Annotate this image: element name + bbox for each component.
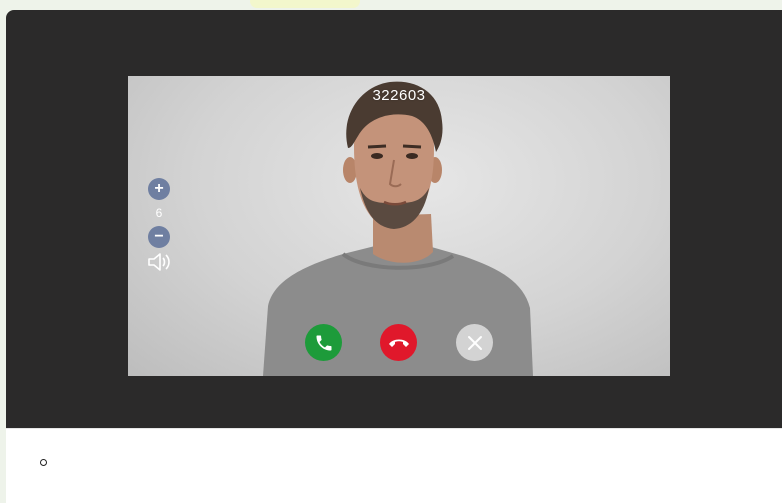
phone-hangup-icon [388, 339, 409, 347]
bottom-panel [6, 428, 782, 503]
speaker-icon [148, 253, 170, 271]
indicator-dot [40, 459, 47, 466]
caller-id-label: 322603 [372, 87, 426, 104]
dismiss-button[interactable] [456, 324, 493, 361]
volume-controls: + 6 − [147, 178, 171, 277]
close-icon [467, 335, 482, 350]
volume-up-button[interactable]: + [148, 178, 170, 200]
phone-answer-icon [316, 335, 331, 350]
answer-call-button[interactable] [305, 324, 342, 361]
video-feed: 322603 + 6 − [128, 76, 670, 376]
volume-level: 6 [155, 206, 163, 220]
background-decoration [250, 0, 360, 8]
volume-down-button[interactable]: − [148, 226, 170, 248]
hang-up-button[interactable] [380, 324, 417, 361]
